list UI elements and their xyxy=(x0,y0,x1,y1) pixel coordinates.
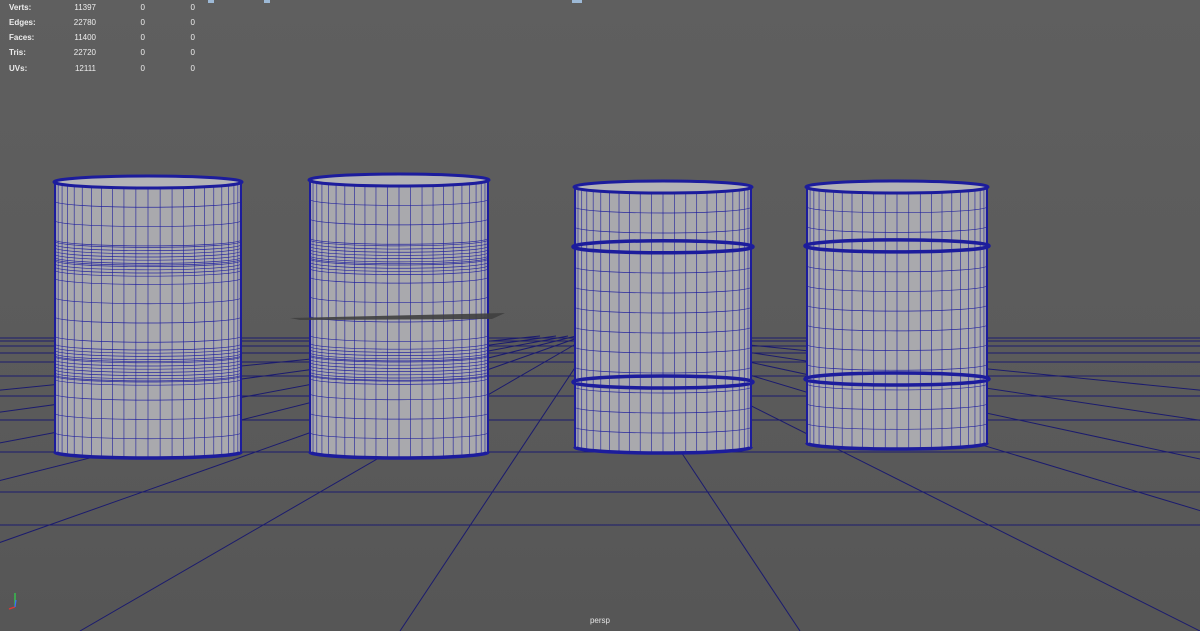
hud-value-selected: 0 xyxy=(140,18,145,27)
hud-value-selected: 0 xyxy=(140,64,145,73)
hud-value-total: 22720 xyxy=(73,48,96,57)
hud-label: Edges: xyxy=(9,18,36,27)
barrel-1[interactable] xyxy=(52,174,244,460)
camera-name-label: persp xyxy=(589,616,610,625)
hud-row-faces: Faces: 11400 0 0 xyxy=(0,33,210,45)
hud-label: Verts: xyxy=(9,3,32,12)
barrel-top-rim xyxy=(52,174,244,190)
hud-label: UVs: xyxy=(9,64,28,73)
hud-row-verts: Verts: 11397 0 0 xyxy=(0,3,210,15)
hud-value-selected: 0 xyxy=(140,33,145,42)
scene-canvas[interactable] xyxy=(0,0,1200,631)
hud-value-total: 11400 xyxy=(74,33,96,42)
hud-value-component: 0 xyxy=(190,64,195,73)
hud-value-component: 0 xyxy=(190,48,195,57)
hud-value-component: 0 xyxy=(190,33,195,42)
scene-objects[interactable] xyxy=(52,172,991,460)
hud-row-edges: Edges: 22780 0 0 xyxy=(0,18,210,30)
hud-value-total: 22780 xyxy=(73,18,96,27)
hud-label: Faces: xyxy=(9,33,35,42)
view-axis-gizmo-icon xyxy=(8,593,17,610)
hud-row-uvs: UVs: 12111 0 0 xyxy=(0,64,210,76)
barrel-top-rim xyxy=(307,172,491,188)
hud-row-tris: Tris: 22720 0 0 xyxy=(0,48,210,60)
barrel-top-rim xyxy=(572,179,754,195)
barrel-4[interactable] xyxy=(803,179,991,451)
hud-value-total: 12111 xyxy=(74,64,96,73)
hud-value-selected: 0 xyxy=(140,3,145,12)
barrel-top-rim xyxy=(804,179,990,195)
hud-value-selected: 0 xyxy=(140,48,145,57)
barrel-3[interactable] xyxy=(571,179,755,455)
poly-count-hud: Verts: 11397 0 0 Edges: 22780 0 0 Faces:… xyxy=(0,0,210,80)
hud-value-component: 0 xyxy=(190,3,195,12)
hud-label: Tris: xyxy=(9,48,26,57)
viewport-panel[interactable]: Verts: 11397 0 0 Edges: 22780 0 0 Faces:… xyxy=(0,0,1200,631)
hud-value-component: 0 xyxy=(190,18,195,27)
hud-value-total: 11397 xyxy=(74,3,96,12)
